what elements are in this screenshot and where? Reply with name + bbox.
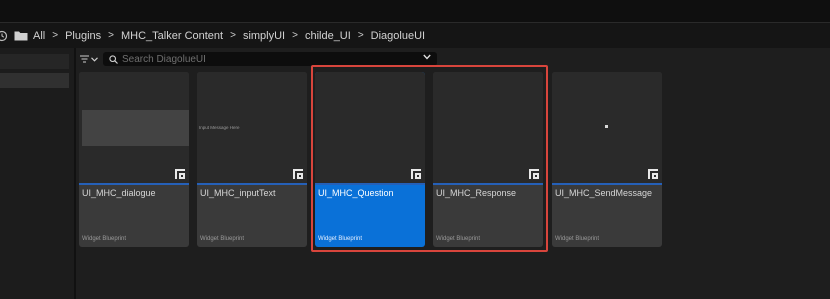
asset-name: UI_MHC_Response bbox=[436, 188, 517, 198]
asset-tile[interactable]: UI_MHC_dialogue Widget Blueprint bbox=[79, 72, 189, 247]
search-box[interactable] bbox=[103, 52, 437, 66]
filter-button[interactable] bbox=[80, 53, 98, 65]
breadcrumb-item-childe-ui[interactable]: childe_UI bbox=[305, 30, 351, 42]
folder-tree-item-selected[interactable] bbox=[0, 73, 69, 88]
asset-type-underline bbox=[79, 183, 189, 185]
asset-thumbnail: Input Message Here bbox=[197, 72, 307, 183]
thumbnail-preview-text: Input Message Here bbox=[199, 125, 240, 130]
asset-type-underline bbox=[433, 183, 543, 185]
breadcrumb-separator: > bbox=[292, 30, 298, 41]
asset-type-underline bbox=[315, 183, 425, 185]
asset-name: UI_MHC_inputText bbox=[200, 188, 276, 198]
breadcrumb-separator: > bbox=[108, 30, 114, 41]
breadcrumb-separator: > bbox=[230, 30, 236, 41]
history-icon[interactable] bbox=[0, 30, 8, 42]
thumbnail-preview-panel bbox=[82, 110, 189, 146]
widget-blueprint-icon bbox=[529, 169, 539, 179]
sources-panel bbox=[0, 48, 74, 299]
asset-tile[interactable]: UI_MHC_SendMessage Widget Blueprint bbox=[552, 72, 662, 247]
asset-tile[interactable]: Input Message Here UI_MHC_inputText Widg… bbox=[197, 72, 307, 247]
asset-type-label: Widget Blueprint bbox=[555, 236, 600, 242]
asset-name: UI_MHC_Question bbox=[318, 188, 394, 198]
widget-blueprint-icon bbox=[293, 169, 303, 179]
asset-view: UI_MHC_dialogue Widget Blueprint Input M… bbox=[76, 48, 830, 299]
chevron-down-icon bbox=[91, 56, 98, 62]
asset-type-label: Widget Blueprint bbox=[200, 236, 245, 242]
widget-blueprint-icon bbox=[648, 169, 658, 179]
breadcrumb-separator: > bbox=[52, 30, 59, 41]
asset-thumbnail bbox=[79, 72, 189, 183]
asset-thumbnail bbox=[315, 72, 425, 184]
breadcrumb-item-plugins[interactable]: Plugins bbox=[65, 30, 101, 42]
thumbnail-preview-dot bbox=[605, 125, 608, 128]
search-input[interactable] bbox=[122, 53, 412, 65]
asset-type-label: Widget Blueprint bbox=[436, 236, 481, 242]
breadcrumb: All > Plugins > MHC_Talker Content > sim… bbox=[0, 23, 830, 48]
widget-blueprint-icon bbox=[411, 169, 421, 179]
breadcrumb-item-simplyui[interactable]: simplyUI bbox=[243, 30, 285, 42]
breadcrumb-item-diagolueui[interactable]: DiagolueUI bbox=[371, 30, 425, 42]
folder-icon bbox=[14, 31, 28, 41]
asset-name: UI_MHC_SendMessage bbox=[555, 188, 653, 198]
search-icon bbox=[109, 54, 118, 64]
breadcrumb-item-mhc-talker-content[interactable]: MHC_Talker Content bbox=[121, 30, 223, 42]
asset-name: UI_MHC_dialogue bbox=[82, 188, 156, 198]
asset-thumbnail bbox=[552, 72, 662, 183]
asset-type-underline bbox=[552, 183, 662, 185]
filter-icon bbox=[80, 55, 89, 63]
window-top-strip bbox=[0, 0, 830, 22]
asset-type-label: Widget Blueprint bbox=[82, 236, 127, 242]
asset-type-label: Widget Blueprint bbox=[318, 236, 363, 242]
breadcrumb-separator: > bbox=[357, 30, 364, 41]
asset-tile-selected[interactable]: UI_MHC_Question Widget Blueprint bbox=[315, 72, 425, 247]
widget-blueprint-icon bbox=[175, 169, 185, 179]
asset-tile[interactable]: UI_MHC_Response Widget Blueprint bbox=[433, 72, 543, 247]
chevron-down-icon[interactable] bbox=[423, 54, 431, 60]
asset-thumbnail bbox=[433, 72, 543, 183]
breadcrumb-item-all[interactable]: All bbox=[33, 30, 45, 42]
asset-type-underline bbox=[197, 183, 307, 185]
sources-panel-header[interactable] bbox=[0, 54, 69, 69]
